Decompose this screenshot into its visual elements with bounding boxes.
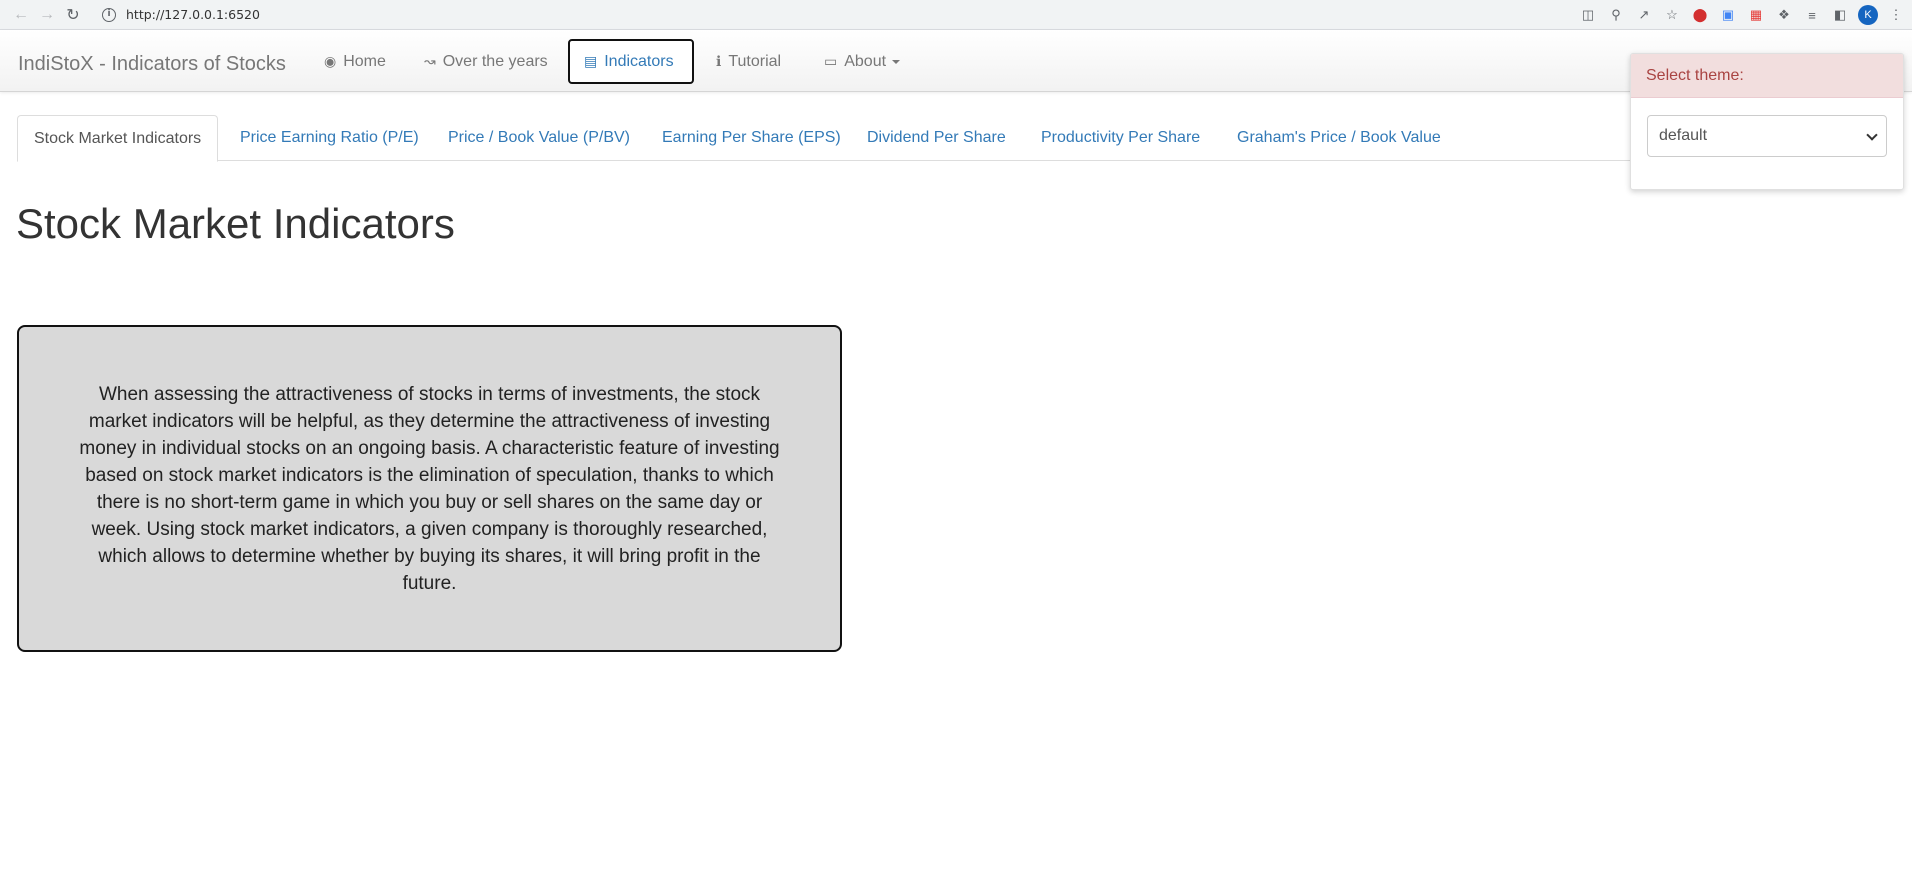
browser-menu-icon[interactable]: ⋮ xyxy=(1886,5,1906,25)
nav-over-the-years[interactable]: ↝ Over the years xyxy=(410,39,562,84)
translate-icon[interactable]: ◫ xyxy=(1578,5,1598,25)
page-title: Stock Market Indicators xyxy=(16,200,455,247)
nav-tutorial-label: Tutorial xyxy=(728,52,782,70)
side-panel-icon[interactable]: ◧ xyxy=(1830,5,1850,25)
theme-select-value: default xyxy=(1659,127,1708,144)
theme-select[interactable]: default xyxy=(1647,115,1887,157)
brand-title[interactable]: IndiStoX - Indicators of Stocks xyxy=(18,53,286,76)
site-info-icon[interactable]: i xyxy=(102,7,116,22)
nav-about-label: About xyxy=(844,52,887,70)
nav-home[interactable]: ◉ Home xyxy=(310,39,400,84)
url-text: http://127.0.0.1:6520 xyxy=(126,7,260,22)
nav-about-dropdown[interactable]: ▭ About xyxy=(810,39,914,84)
tab-price-book-value[interactable]: Price / Book Value (P/BV) xyxy=(432,115,646,161)
reload-icon[interactable]: ↻ xyxy=(60,2,86,28)
info-icon: ℹ xyxy=(716,53,722,69)
adblock-extension-icon[interactable]: ⬤ xyxy=(1690,5,1710,25)
nav-over-the-years-label: Over the years xyxy=(442,52,548,70)
chevron-down-icon xyxy=(1866,129,1878,141)
extension-icons: ◫ ⚲ ↗ ☆ ⬤ ▣ ▦ ❖ ≡ ◧ K ⋮ xyxy=(1578,2,1906,28)
back-arrow-icon[interactable]: ← xyxy=(8,2,34,28)
description-card: When assessing the attractiveness of sto… xyxy=(17,325,842,652)
description-text: When assessing the attractiveness of sto… xyxy=(79,383,780,594)
bookmark-star-icon[interactable]: ☆ xyxy=(1662,5,1682,25)
reading-list-icon[interactable]: ≡ xyxy=(1802,5,1822,25)
caret-down-icon xyxy=(892,59,901,64)
nav-indicators-label: Indicators xyxy=(604,52,674,70)
forward-arrow-icon[interactable]: → xyxy=(34,2,60,28)
tab-productivity-per-share[interactable]: Productivity Per Share xyxy=(1025,115,1216,161)
profile-avatar[interactable]: K xyxy=(1858,5,1878,25)
tab-stock-market-indicators[interactable]: Stock Market Indicators xyxy=(17,115,219,162)
address-bar[interactable]: i http://127.0.0.1:6520 xyxy=(92,1,1512,28)
theme-selector-panel: Select theme: default xyxy=(1630,53,1904,190)
id-card-icon: ▭ xyxy=(824,53,838,69)
nav-tutorial[interactable]: ℹ Tutorial xyxy=(702,39,795,84)
theme-panel-header: Select theme: xyxy=(1631,54,1903,98)
tab-dividend-per-share[interactable]: Dividend Per Share xyxy=(851,115,1022,161)
tab-earning-per-share[interactable]: Earning Per Share (EPS) xyxy=(646,115,857,161)
globe-icon: ◉ xyxy=(324,53,337,69)
tab-price-earning-ratio[interactable]: Price Earning Ratio (P/E) xyxy=(224,115,435,161)
indicator-tabs: Stock Market Indicators Price Earning Ra… xyxy=(17,115,1637,162)
color-extension-icon[interactable]: ▦ xyxy=(1746,5,1766,25)
translate-extension-icon[interactable]: ▣ xyxy=(1718,5,1738,25)
extensions-puzzle-icon[interactable]: ❖ xyxy=(1774,5,1794,25)
app-navbar: IndiStoX - Indicators of Stocks ◉ Home ↝… xyxy=(0,30,1912,92)
zoom-icon[interactable]: ⚲ xyxy=(1606,5,1626,25)
browser-toolbar: ← → ↻ i http://127.0.0.1:6520 ◫ ⚲ ↗ ☆ ⬤ … xyxy=(0,0,1912,30)
share-icon[interactable]: ↗ xyxy=(1634,5,1654,25)
book-icon: ▤ xyxy=(584,53,598,69)
nav-indicators[interactable]: ▤ Indicators xyxy=(568,39,694,84)
line-chart-icon: ↝ xyxy=(424,53,436,69)
nav-home-label: Home xyxy=(343,52,386,70)
tab-grahams-price-book-value[interactable]: Graham's Price / Book Value xyxy=(1221,115,1457,161)
